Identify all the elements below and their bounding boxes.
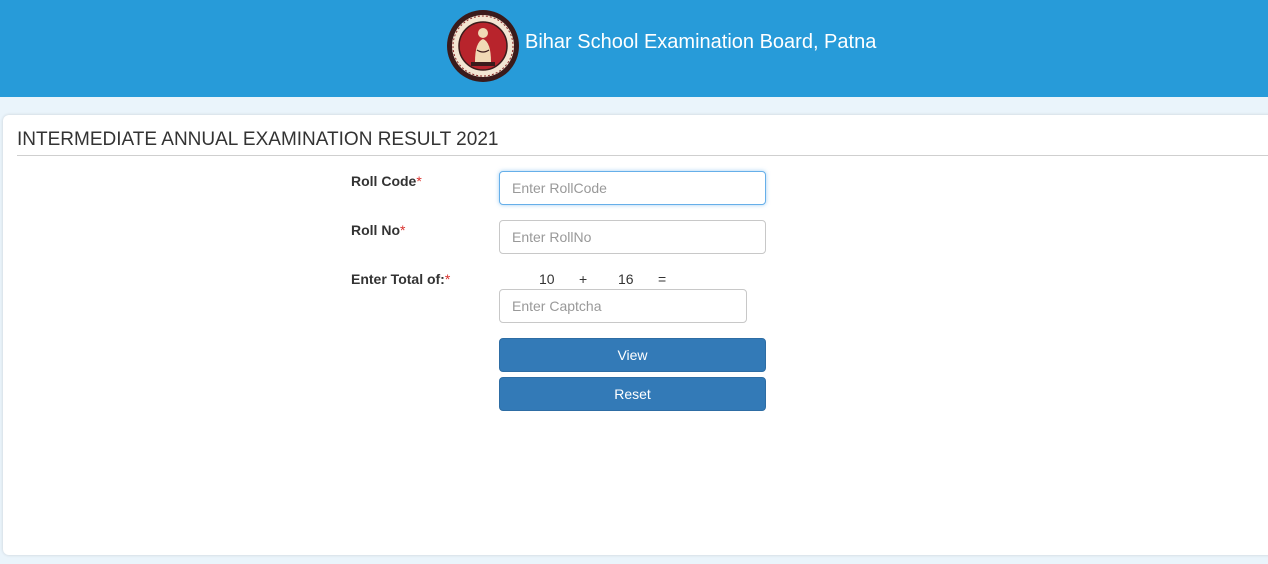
view-button[interactable]: View <box>499 338 766 372</box>
reset-button[interactable]: Reset <box>499 377 766 411</box>
captcha-operand-1: 10 <box>539 271 555 287</box>
required-marker: * <box>444 271 451 287</box>
title-divider <box>17 155 1268 156</box>
captcha-operator: + <box>579 271 588 287</box>
bseb-emblem-logo <box>447 10 519 82</box>
captcha-operand-2: 16 <box>618 271 634 287</box>
roll-no-input[interactable] <box>499 220 766 254</box>
roll-no-label: Roll No* <box>351 222 406 238</box>
roll-code-input[interactable] <box>499 171 766 205</box>
roll-code-label: Roll Code* <box>351 173 422 189</box>
board-title: Bihar School Examination Board, Patna <box>525 31 877 53</box>
page-title: INTERMEDIATE ANNUAL EXAMINATION RESULT 2… <box>17 129 499 150</box>
captcha-equals: = <box>658 271 667 287</box>
captcha-label: Enter Total of:* <box>351 271 451 287</box>
site-header: Bihar School Examination Board, Patna <box>0 0 1268 97</box>
required-marker: * <box>400 222 406 238</box>
captcha-input[interactable] <box>499 289 747 323</box>
result-form-panel: INTERMEDIATE ANNUAL EXAMINATION RESULT 2… <box>3 115 1268 555</box>
required-marker: * <box>416 173 422 189</box>
